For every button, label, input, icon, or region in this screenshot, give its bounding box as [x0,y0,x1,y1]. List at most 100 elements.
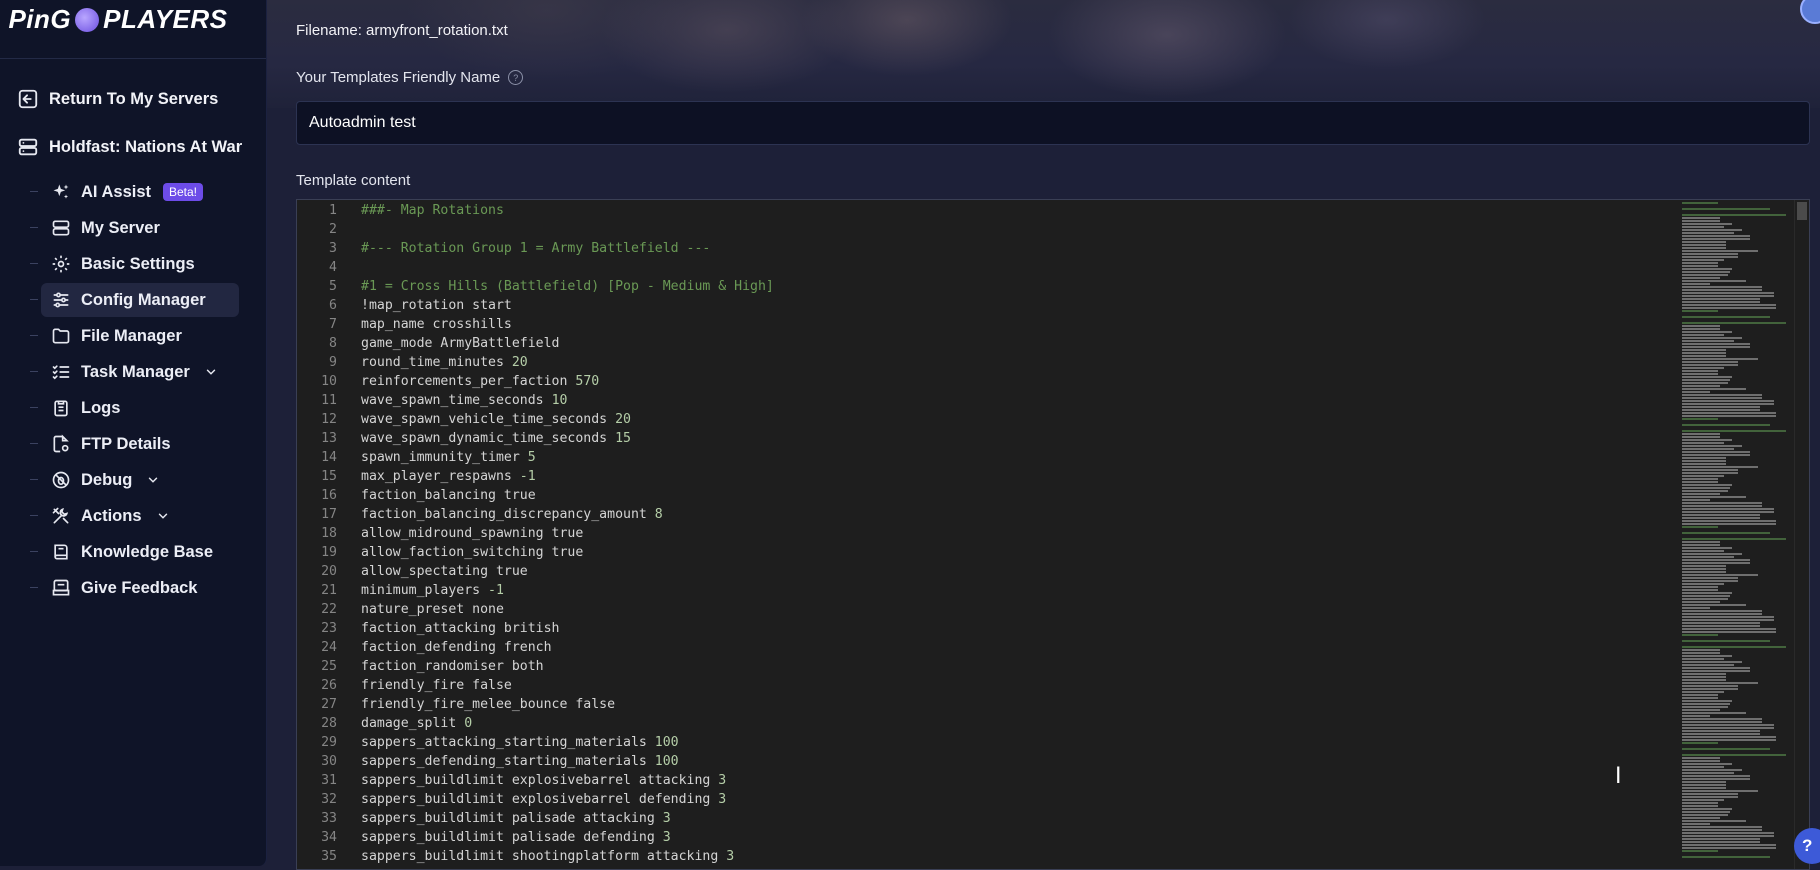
line-number: 8 [329,336,337,351]
code-line[interactable]: 3 #--- Rotation Group 1 = Army Battlefiel… [297,239,1697,258]
chevron-down-icon[interactable] [146,473,160,487]
line-content: reinforcements_per_faction 570 [361,374,600,389]
sidebar-item-label: Knowledge Base [81,542,214,561]
code-line[interactable]: 28 damage_split 0 [297,714,1697,733]
code-line[interactable]: 9 round_time_minutes 20 [297,353,1697,372]
chevron-down-icon[interactable] [156,509,170,523]
minimap-line [1682,712,1746,714]
code-line[interactable]: 20 allow_spectating true [297,562,1697,581]
chevron-down-icon[interactable] [204,365,218,379]
server-title[interactable]: Holdfast: Nations At War [17,129,266,165]
question-circle-icon[interactable]: ? [508,70,524,85]
code-line[interactable]: 32 sappers_buildlimit explosivebarrel def… [297,790,1697,809]
code-editor[interactable]: 1 ###- Map Rotations 2 3 #--- Rotation Group… [296,199,1810,870]
code-line[interactable]: 15 max_player_respawns -1 [297,467,1697,486]
code-line[interactable]: 25 faction_randomiser both [297,657,1697,676]
code-line[interactable]: 14 spawn_immunity_timer 5 [297,448,1697,467]
code-lines[interactable]: 1 ###- Map Rotations 2 3 #--- Rotation Group… [297,201,1697,869]
minimap-line [1682,844,1776,846]
minimap-line [1682,256,1738,258]
minimap-line [1682,547,1732,549]
line-number: 35 [321,849,337,864]
minimap-line [1682,571,1726,573]
minimap-line [1682,604,1746,606]
sidebar-item-actions[interactable]: Actions [30,499,239,533]
minimap-line [1682,766,1724,768]
sidebar-item-ftp-details[interactable]: FTP Details [30,427,239,461]
line-number: 27 [321,697,337,712]
code-line[interactable]: 29 sappers_attacking_starting_materials 1… [297,733,1697,752]
code-line[interactable]: 12 wave_spawn_vehicle_time_seconds 20 [297,410,1697,429]
minimap-line [1682,244,1726,246]
minimap-line [1682,286,1762,288]
line-content: allow_spectating true [361,564,528,579]
code-line[interactable]: 13 wave_spawn_dynamic_time_seconds 15 [297,429,1697,448]
editor-minimap[interactable] [1682,202,1797,869]
code-line[interactable]: 27 friendly_fire_melee_bounce false [297,695,1697,714]
code-line[interactable]: 34 sappers_buildlimit palisade defending … [297,828,1697,847]
minimap-line [1682,499,1710,501]
code-line[interactable]: 22 nature_preset none [297,600,1697,619]
code-line[interactable]: 35 sappers_buildlimit shootingplatform at… [297,847,1697,866]
sidebar-item-label: FTP Details [81,434,171,453]
code-line[interactable]: 33 sappers_buildlimit palisade attacking … [297,809,1697,828]
minimap-line [1682,823,1710,825]
minimap-line [1682,466,1758,468]
folder-icon [52,328,70,344]
brand-logo[interactable]: PinG PLAYERS [0,0,266,59]
sidebar-item-logs[interactable]: Logs [30,391,239,425]
code-line[interactable]: 2 [297,220,1697,239]
code-line[interactable]: 17 faction_balancing_discrepancy_amount 8 [297,505,1697,524]
line-content: faction_attacking british [361,621,560,636]
minimap-line [1682,511,1774,513]
line-number: 32 [321,792,337,807]
sidebar-item-task-manager[interactable]: Task Manager [30,355,239,389]
code-line[interactable]: 7 map_name crosshills [297,315,1697,334]
friendly-name-input[interactable] [296,101,1810,145]
minimap-line [1682,214,1786,216]
code-line[interactable]: 24 faction_defending french [297,638,1697,657]
code-line[interactable]: 11 wave_spawn_time_seconds 10 [297,391,1697,410]
code-line[interactable]: 16 faction_balancing true [297,486,1697,505]
code-line[interactable]: 18 allow_midround_spawning true [297,524,1697,543]
code-line[interactable]: 31 sappers_buildlimit explosivebarrel att… [297,771,1697,790]
editor-scrollbar[interactable] [1794,200,1809,869]
line-number: 31 [321,773,337,788]
minimap-line [1682,232,1734,234]
minimap-line [1682,625,1760,627]
code-line[interactable]: 4 [297,258,1697,277]
code-line[interactable]: 8 game_mode ArmyBattlefield [297,334,1697,353]
sidebar-item-my-server[interactable]: My Server [30,211,239,245]
minimap-line [1682,772,1734,774]
sidebar-item-config-manager[interactable]: Config Manager [30,283,239,317]
minimap-line [1682,613,1762,615]
line-number: 22 [321,602,337,617]
code-line[interactable]: 19 allow_faction_switching true [297,543,1697,562]
sidebar-item-debug[interactable]: Debug [30,463,239,497]
sidebar-item-basic-settings[interactable]: Basic Settings [30,247,239,281]
minimap-line [1682,685,1738,687]
minimap-line [1682,235,1750,237]
sidebar-item-file-manager[interactable]: File Manager [30,319,239,353]
sidebar-item-ai-assist[interactable]: AI Assist Beta! [30,175,239,209]
minimap-line [1682,463,1726,465]
code-line[interactable]: 1 ###- Map Rotations [297,201,1697,220]
code-line[interactable]: 10 reinforcements_per_faction 570 [297,372,1697,391]
minimap-line [1682,385,1720,387]
code-line[interactable]: 36sappers_buildlimit shootingplatform de… [297,866,1697,869]
minimap-line [1682,577,1738,579]
task-list-icon [52,365,70,380]
minimap-line [1682,226,1724,228]
minimap-line [1682,394,1762,396]
code-line[interactable]: 21 minimum_players -1 [297,581,1697,600]
code-line[interactable]: 30 sappers_defending_starting_materials 1… [297,752,1697,771]
code-line[interactable]: 26 friendly_fire false [297,676,1697,695]
sidebar-item-knowledge-base[interactable]: Knowledge Base [30,535,239,569]
code-line[interactable]: 6 !map_rotation start [297,296,1697,315]
return-to-servers-link[interactable]: Return To My Servers [17,81,266,117]
code-line[interactable]: 5 #1 = Cross Hills (Battlefield) [Pop - M… [297,277,1697,296]
sidebar-item-give-feedback[interactable]: Give Feedback [30,571,239,605]
editor-scrollbar-thumb[interactable] [1797,202,1807,220]
code-line[interactable]: 23 faction_attacking british [297,619,1697,638]
minimap-line [1682,532,1770,534]
